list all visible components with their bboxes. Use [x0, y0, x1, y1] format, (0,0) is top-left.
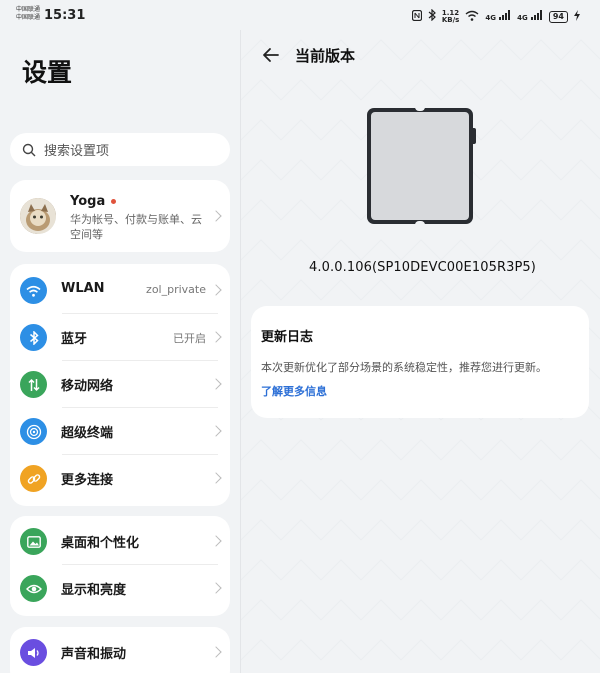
- settings-item-display-brightness[interactable]: 显示和亮度: [10, 565, 230, 612]
- carrier-1: 中国联通: [16, 6, 41, 13]
- battery-indicator: 94: [548, 10, 568, 23]
- super-device-icon: [20, 418, 47, 445]
- carrier-2: 中国联通: [16, 14, 41, 21]
- chevron-right-icon: [210, 582, 222, 594]
- eye-icon: [20, 575, 47, 602]
- mobile-data-icon: [20, 371, 47, 398]
- signal-2-icon: 4G: [517, 10, 543, 23]
- bluetooth-status-icon: [428, 8, 436, 24]
- device-screen: [371, 112, 469, 220]
- network-1-type: 4G: [485, 14, 496, 22]
- status-icons: 1.12 KB/s 4G 4G 94: [411, 8, 580, 24]
- version-number: 4.0.0.106(SP10DEVC00E105R3P5): [309, 260, 536, 275]
- chevron-right-icon: [210, 331, 222, 343]
- foldable-device-illustration: [367, 107, 476, 225]
- settings-item-value: 已开启: [173, 332, 206, 345]
- settings-item-label: 显示和亮度: [61, 583, 127, 598]
- carrier-labels: 中国联通 中国联通: [16, 6, 40, 22]
- connectivity-group: WLAN zol_private 蓝牙 已开启 移动网络 超级终端 更多连接: [10, 264, 230, 506]
- charging-icon: [574, 9, 580, 24]
- wifi-status-icon: [465, 10, 479, 24]
- chevron-right-icon: [210, 210, 222, 222]
- search-placeholder: 搜索设置项: [44, 144, 110, 159]
- chevron-right-icon: [210, 378, 222, 390]
- network-2-type: 4G: [517, 14, 528, 22]
- back-arrow-icon[interactable]: [262, 46, 280, 64]
- settings-item-label: 声音和振动: [61, 647, 127, 662]
- chevron-right-icon: [210, 284, 222, 296]
- sound-group: 声音和振动: [10, 627, 230, 673]
- settings-item-label: 超级终端: [61, 426, 114, 441]
- chevron-right-icon: [210, 472, 222, 484]
- account-name: Yoga: [70, 194, 106, 209]
- settings-title: 设置: [22, 58, 73, 87]
- device-hinge-top: [415, 107, 425, 111]
- changelog-title: 更新日志: [261, 330, 314, 345]
- clock: 15:31: [44, 8, 86, 23]
- wifi-icon: [20, 277, 47, 304]
- settings-item-more-connections[interactable]: 更多连接: [10, 455, 230, 502]
- settings-item-sound-vibration[interactable]: 声音和振动: [10, 629, 230, 673]
- notification-dot: [111, 199, 116, 204]
- device-hinge-bottom: [415, 221, 425, 225]
- chevron-right-icon: [210, 425, 222, 437]
- settings-item-home-screen[interactable]: 桌面和个性化: [10, 518, 230, 565]
- settings-search-input[interactable]: 搜索设置项: [10, 133, 230, 166]
- account-card[interactable]: Yoga 华为帐号、付款与账单、云空间等: [10, 180, 230, 252]
- signal-1-icon: 4G: [485, 10, 511, 23]
- settings-item-label: 蓝牙: [61, 332, 88, 347]
- settings-item-label: WLAN: [61, 281, 105, 296]
- settings-item-bluetooth[interactable]: 蓝牙 已开启: [10, 314, 230, 361]
- settings-item-value: zol_private: [146, 283, 206, 296]
- speaker-icon: [20, 639, 47, 666]
- changelog-body: 本次更新优化了部分场景的系统稳定性，推荐您进行更新。: [261, 361, 547, 374]
- settings-item-super-device[interactable]: 超级终端: [10, 408, 230, 455]
- settings-item-label: 移动网络: [61, 379, 114, 394]
- learn-more-link[interactable]: 了解更多信息: [261, 383, 327, 399]
- display-group: 桌面和个性化 显示和亮度: [10, 516, 230, 616]
- chevron-right-icon: [210, 535, 222, 547]
- net-speed-unit: KB/s: [441, 15, 460, 24]
- device-side-button: [473, 128, 476, 144]
- net-speed: 1.12 KB/s: [441, 9, 460, 24]
- settings-item-wlan[interactable]: WLAN zol_private: [10, 267, 230, 314]
- changelog-card: 更新日志 本次更新优化了部分场景的系统稳定性，推荐您进行更新。 了解更多信息: [251, 306, 589, 418]
- link-icon: [20, 465, 47, 492]
- settings-item-label: 桌面和个性化: [61, 536, 140, 551]
- page-title: 当前版本: [295, 47, 356, 65]
- wallpaper-icon: [20, 528, 47, 555]
- search-icon: [22, 143, 36, 156]
- status-bar: 中国联通 中国联通 15:31 1.12 KB/s 4G 4G 94: [0, 0, 600, 30]
- settings-item-mobile-network[interactable]: 移动网络: [10, 361, 230, 408]
- account-subtitle: 华为帐号、付款与账单、云空间等: [70, 213, 202, 241]
- settings-item-label: 更多连接: [61, 473, 114, 488]
- nfc-icon: [411, 9, 422, 24]
- avatar: [20, 198, 56, 234]
- bluetooth-icon: [20, 324, 47, 351]
- chevron-right-icon: [210, 646, 222, 658]
